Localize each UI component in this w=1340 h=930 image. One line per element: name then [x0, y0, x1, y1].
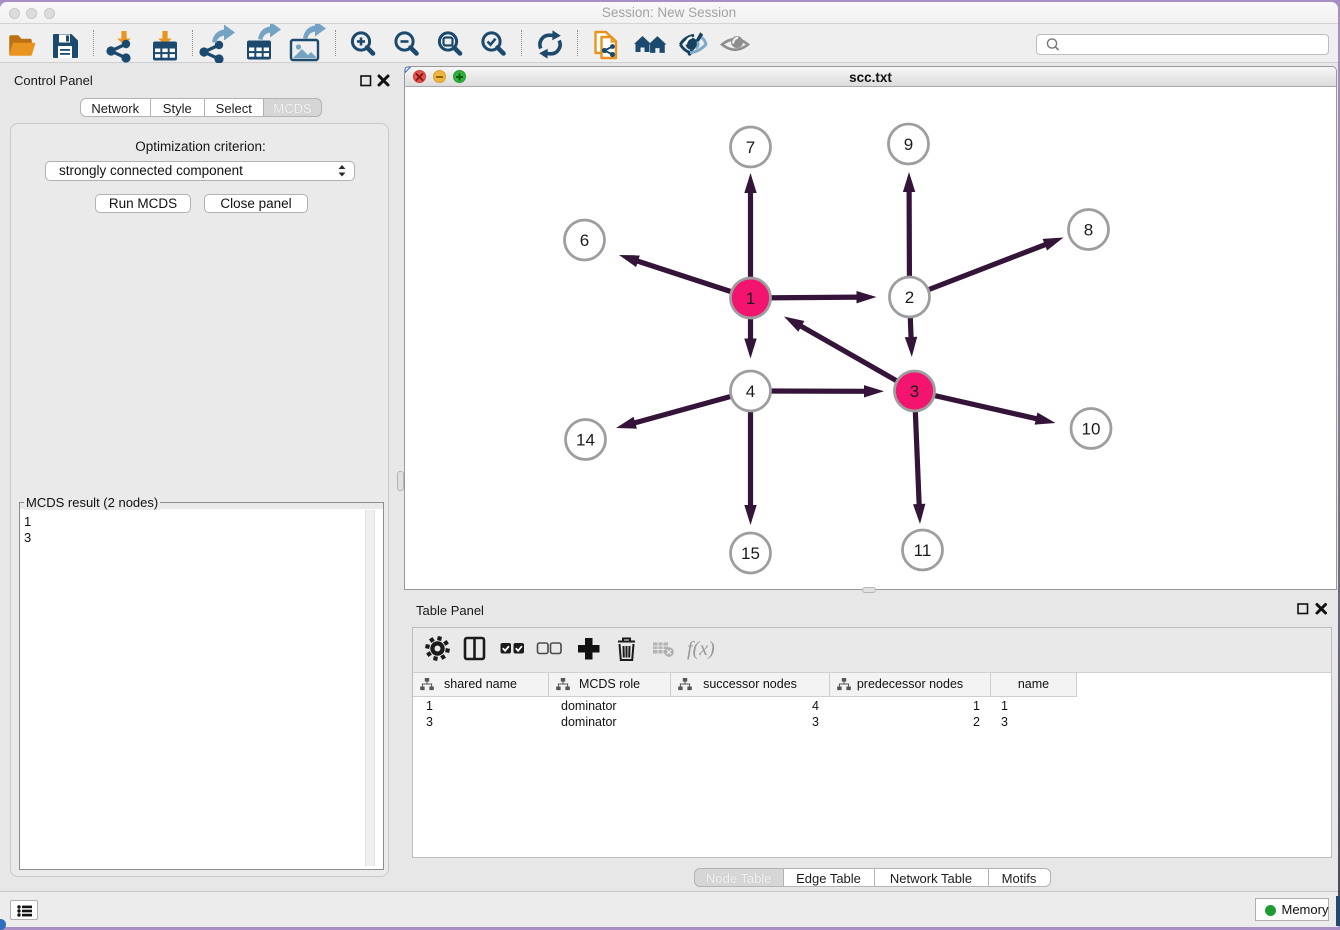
svg-text:8: 8	[1084, 220, 1093, 239]
svg-text:11: 11	[914, 540, 932, 559]
svg-text:3: 3	[910, 381, 919, 400]
svg-text:9: 9	[904, 134, 913, 153]
svg-text:15: 15	[741, 543, 760, 562]
svg-text:6: 6	[580, 230, 589, 249]
svg-text:10: 10	[1082, 419, 1101, 438]
svg-text:1: 1	[746, 288, 755, 307]
svg-text:f(x): f(x)	[687, 638, 715, 660]
svg-text:7: 7	[746, 137, 755, 156]
svg-text:2: 2	[905, 287, 914, 306]
svg-text:14: 14	[576, 430, 595, 449]
svg-text:4: 4	[746, 381, 755, 400]
